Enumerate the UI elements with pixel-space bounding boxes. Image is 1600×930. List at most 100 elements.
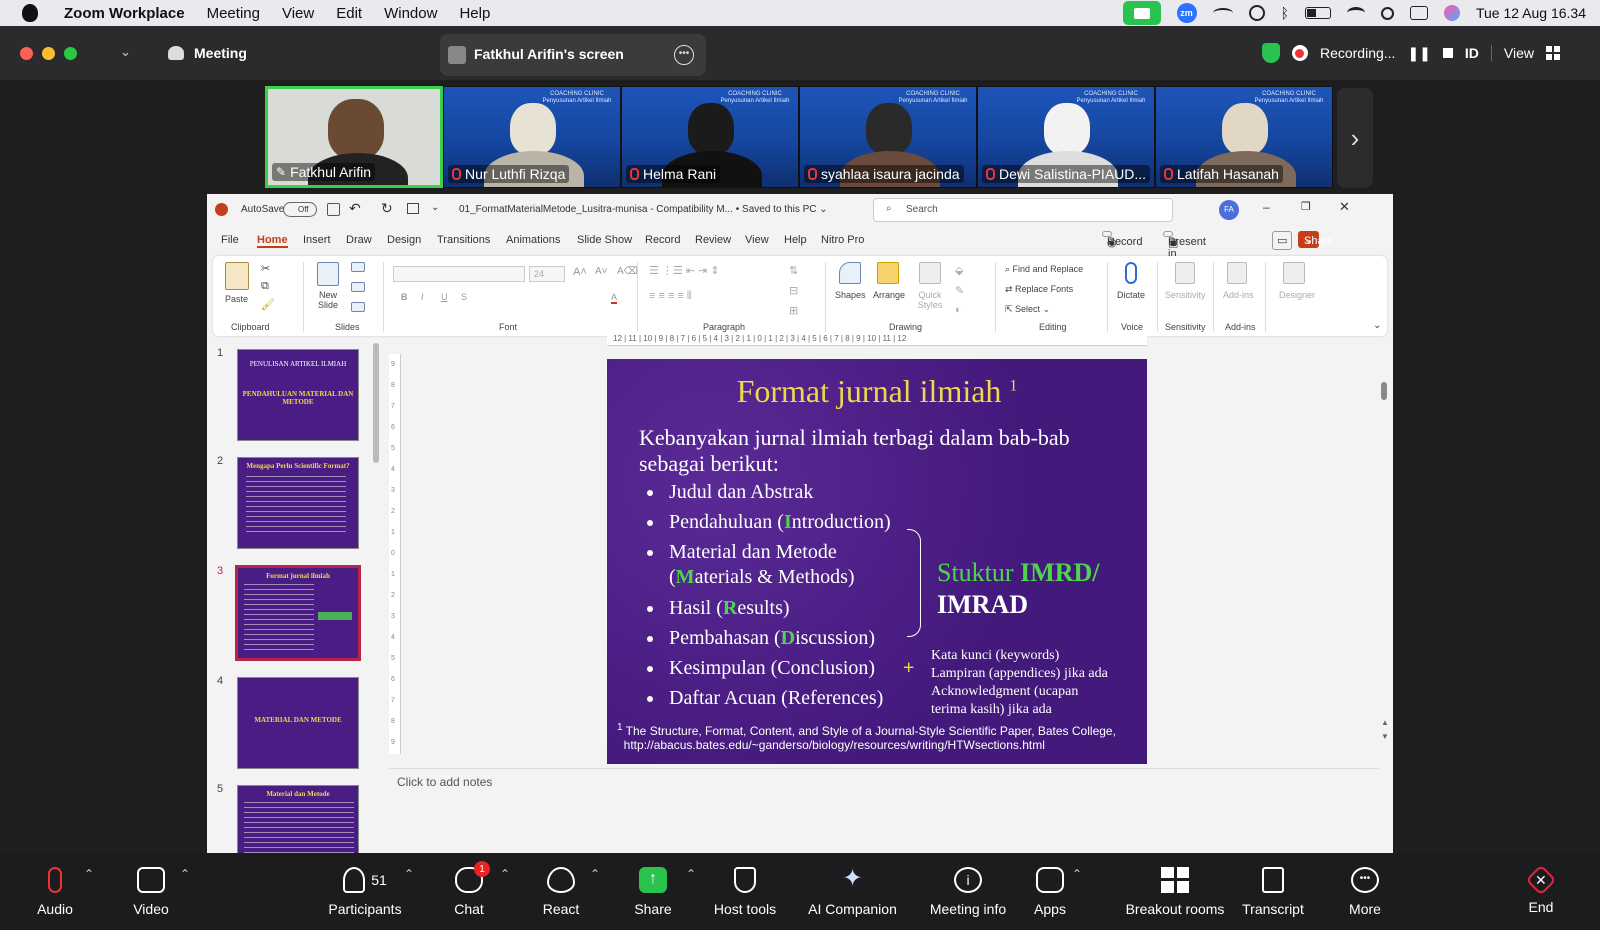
apps-button[interactable]: Apps <box>1000 853 1100 930</box>
bullet-item[interactable]: Daftar Acuan (References) <box>647 687 883 710</box>
present-in-teams-button[interactable]: ▣ Present in Teams <box>1163 231 1206 272</box>
tab-animations[interactable]: Animations <box>506 234 560 246</box>
menu-meeting[interactable]: Meeting <box>207 5 260 22</box>
scroll-thumb[interactable] <box>1381 382 1387 400</box>
shape-effects-icon[interactable]: ◐ <box>955 304 962 316</box>
shadow-icon[interactable]: S <box>461 292 467 302</box>
menu-app-name[interactable]: Zoom Workplace <box>64 5 185 22</box>
font-color-icon[interactable]: A <box>611 292 618 304</box>
menu-edit[interactable]: Edit <box>336 5 362 22</box>
tab-insert[interactable]: Insert <box>303 234 331 246</box>
new-slide-icon[interactable] <box>317 262 339 286</box>
end-meeting-button[interactable]: ✕ End <box>1496 853 1586 930</box>
copy-icon[interactable]: ⧉ <box>261 280 269 293</box>
wifi-icon[interactable] <box>1346 7 1365 19</box>
menubar-clock[interactable]: Tue 12 Aug 16.34 <box>1476 5 1586 21</box>
bullet-item[interactable]: Material dan Metode <box>647 541 837 564</box>
zoom-status-icon[interactable]: zm <box>1176 3 1197 23</box>
shape-fill-icon[interactable]: ⬙ <box>955 264 963 277</box>
tab-help[interactable]: Help <box>784 234 807 246</box>
slide-title[interactable]: Format jurnal ilmiah 1 <box>607 373 1147 410</box>
meeting-id-button[interactable]: ID <box>1465 45 1479 61</box>
sensitivity-button-label[interactable]: Sensitivity <box>1165 290 1206 300</box>
arrange-label[interactable]: Arrange <box>873 290 905 300</box>
bullet-item[interactable]: Pendahuluan (Introduction) <box>647 511 891 534</box>
menu-window[interactable]: Window <box>384 5 437 22</box>
replace-fonts-button[interactable]: ⇄ Replace Fonts <box>1005 284 1073 295</box>
apps-options-caret[interactable]: ⌃ <box>1072 867 1082 881</box>
font-size-select[interactable]: 24 <box>529 266 565 282</box>
battery-icon[interactable] <box>1304 7 1331 19</box>
layout-icon[interactable] <box>351 262 365 272</box>
format-painter-icon[interactable]: 🖌 <box>261 298 275 311</box>
find-replace-button[interactable]: ⌕ Find and Replace <box>1005 264 1083 275</box>
sensitivity-icon[interactable] <box>1175 262 1195 284</box>
tab-home[interactable]: Home <box>257 234 288 248</box>
minimize-icon[interactable]: – <box>1263 200 1270 214</box>
bullet-item[interactable]: Pembahasan (Discussion) <box>647 627 875 650</box>
save-icon[interactable] <box>327 203 340 216</box>
add-ins-button-label[interactable]: Add-ins <box>1223 290 1254 300</box>
audio-button[interactable]: Audio <box>0 853 110 930</box>
bullet-item[interactable]: Hasil (Results) <box>647 597 790 620</box>
paste-icon[interactable] <box>225 262 249 290</box>
siri-icon[interactable] <box>1443 5 1460 21</box>
arrange-icon[interactable] <box>877 262 899 284</box>
search-input[interactable]: ⌕ Search <box>873 198 1173 222</box>
participant-tile[interactable]: COACHING CLINIC Penyusunan Artikel Ilmia… <box>977 86 1155 188</box>
share-screen-tab[interactable]: Fatkhul Arifin's screen ••• <box>440 34 706 76</box>
next-participants-button[interactable]: › <box>1337 88 1373 188</box>
video-button[interactable]: Video <box>96 853 206 930</box>
prev-slide-icon[interactable]: ▲ <box>1381 718 1389 727</box>
chevron-down-icon[interactable]: ⌄ <box>120 44 131 60</box>
stop-recording-icon[interactable] <box>1442 48 1453 58</box>
view-button[interactable]: View <box>1490 45 1534 61</box>
tab-nitro-pro[interactable]: Nitro Pro <box>821 234 864 246</box>
host-tools-button[interactable]: Host tools <box>690 853 800 930</box>
quick-styles-label[interactable]: Quick Styles <box>915 290 945 310</box>
user-avatar[interactable]: FA <box>1219 200 1239 220</box>
autosave-toggle[interactable]: Off <box>283 202 317 217</box>
pause-recording-icon[interactable]: ❚❚ <box>1407 45 1430 62</box>
play-icon[interactable] <box>1248 5 1265 21</box>
slide-thumbnail-selected[interactable]: Format jurnal ilmiah <box>235 565 361 661</box>
select-button[interactable]: ⇱ Select ⌄ <box>1005 304 1050 315</box>
participants-options-caret[interactable]: ⌃ <box>404 867 414 881</box>
slide-footnote[interactable]: 1 The Structure, Format, Content, and St… <box>617 721 1116 752</box>
tab-review[interactable]: Review <box>695 234 731 246</box>
close-window-button[interactable] <box>20 47 33 60</box>
extra-sections-text[interactable]: Kata kunci (keywords) Lampiran (appendic… <box>931 647 1108 719</box>
undo-icon[interactable]: ↶ <box>349 200 361 217</box>
restore-icon[interactable]: ❐ <box>1301 200 1311 213</box>
tab-slide-show[interactable]: Slide Show <box>577 234 632 246</box>
more-button[interactable]: ••• More <box>1310 853 1420 930</box>
video-options-caret[interactable]: ⌃ <box>180 867 190 881</box>
smartart-icon[interactable]: ⊞ <box>789 304 798 317</box>
section-icon[interactable] <box>351 302 365 312</box>
control-center-icon[interactable] <box>1409 6 1428 20</box>
cut-icon[interactable]: ✂ <box>261 262 270 275</box>
participants-button[interactable]: 51 Participants <box>305 853 425 930</box>
quick-styles-icon[interactable] <box>919 262 941 284</box>
participant-tile[interactable]: COACHING CLINIC Penyusunan Artikel Ilmia… <box>621 86 799 188</box>
dictate-label[interactable]: Dictate <box>1117 290 1145 300</box>
grid-view-icon[interactable] <box>1546 46 1560 60</box>
menu-view[interactable]: View <box>282 5 314 22</box>
comments-icon[interactable]: ▭ <box>1272 231 1293 250</box>
redo-icon[interactable]: ↻ <box>381 200 393 217</box>
meeting-tab-label[interactable]: Meeting <box>194 45 247 61</box>
tab-record[interactable]: Record <box>645 234 680 246</box>
thumbnail-scrollbar[interactable] <box>373 343 379 463</box>
align-text-icon[interactable]: ⊟ <box>789 284 798 297</box>
bullet-item[interactable]: Judul dan Abstrak <box>647 481 813 504</box>
imrd-label[interactable]: Stuktur IMRD/IMRAD <box>937 557 1100 621</box>
increase-font-icon[interactable]: A˄ <box>573 266 587 278</box>
slide-thumbnail[interactable]: MATERIAL DAN METODE <box>237 677 359 769</box>
participant-tile[interactable]: COACHING CLINIC Penyusunan Artikel Ilmia… <box>1155 86 1333 188</box>
tab-file[interactable]: File <box>221 234 239 246</box>
minimize-window-button[interactable] <box>42 47 55 60</box>
curly-brace-shape[interactable] <box>907 529 921 637</box>
tab-design[interactable]: Design <box>387 234 421 246</box>
maximize-window-button[interactable] <box>64 47 77 60</box>
bold-icon[interactable]: B <box>401 292 408 302</box>
